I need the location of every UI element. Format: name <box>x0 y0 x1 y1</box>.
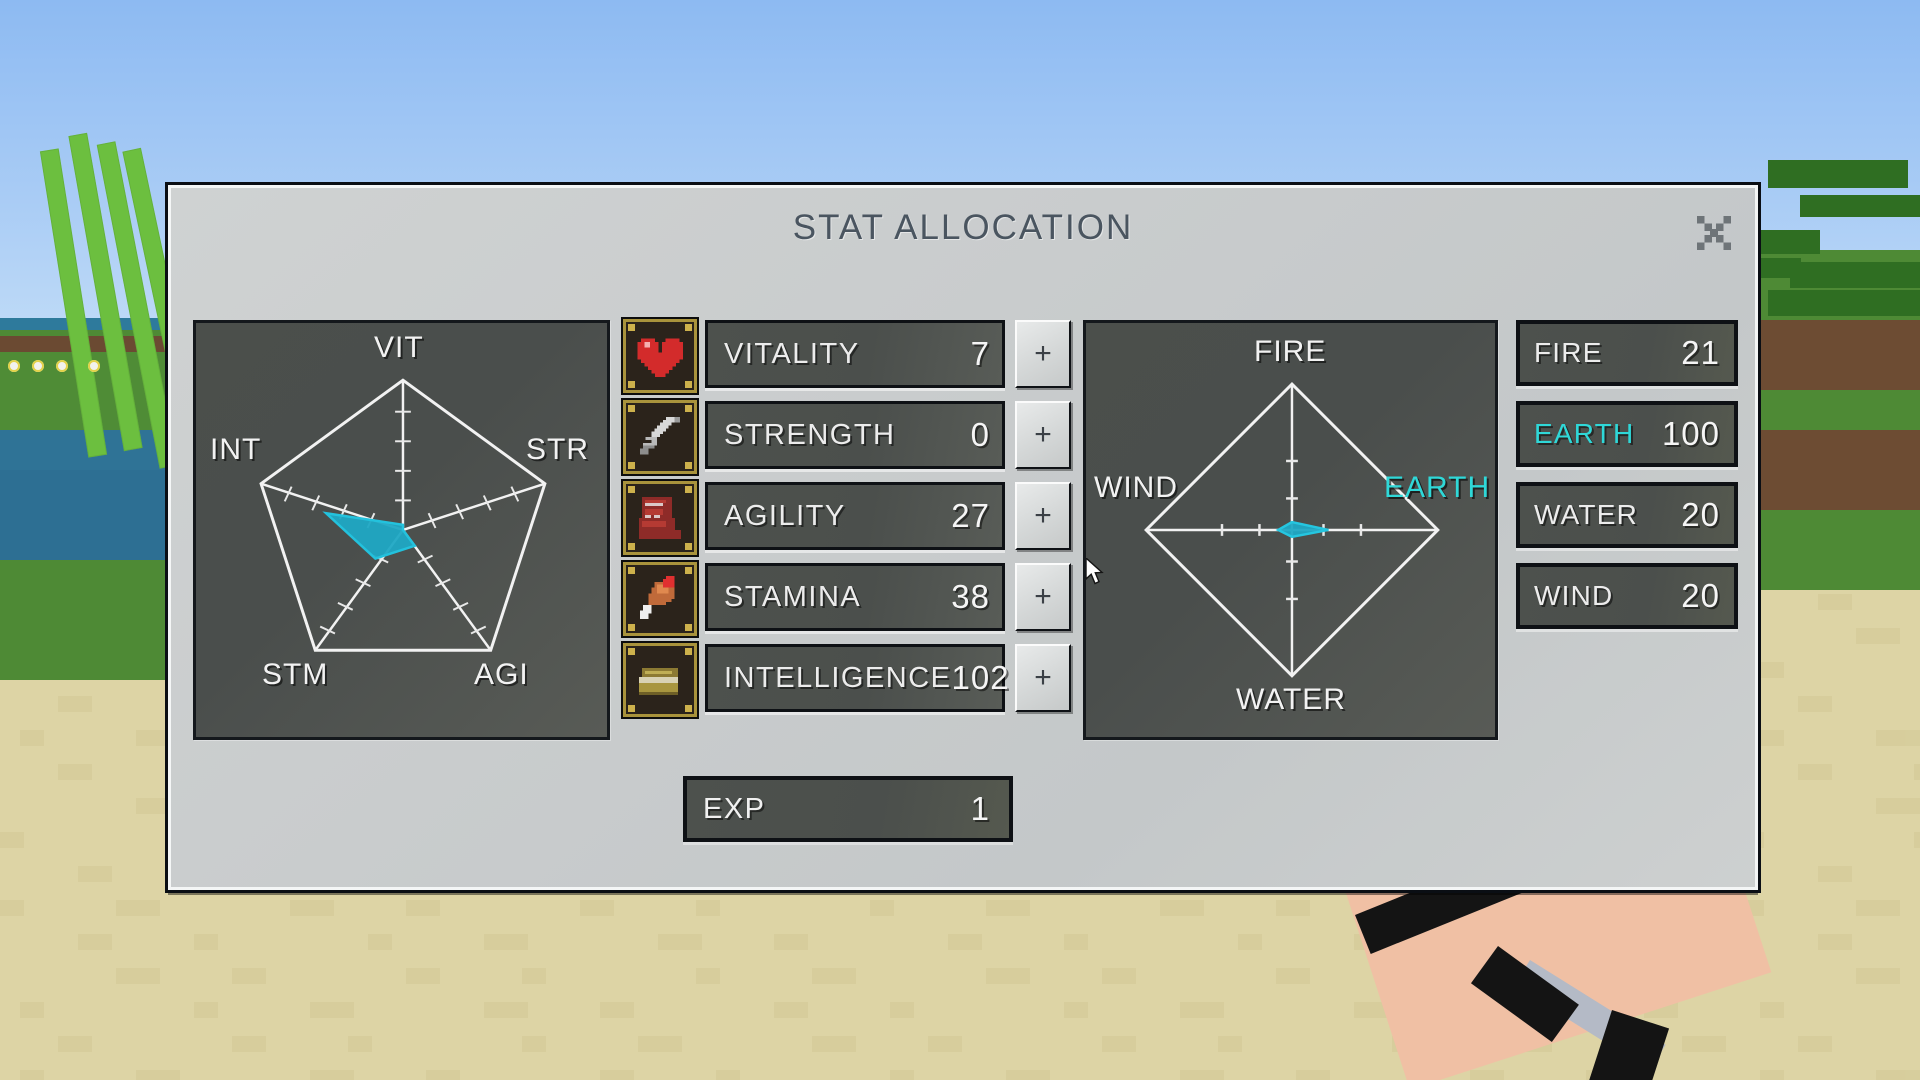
stat-label: STAMINA <box>724 580 862 613</box>
sword-icon <box>623 400 697 474</box>
stat-value: 7 <box>970 335 990 372</box>
page-title: STAT ALLOCATION <box>792 208 1134 247</box>
stat-bar-strength: STRENGTH 0 <box>705 401 1005 469</box>
stat-allocation-window: STAT ALLOCATION VIT STR AGI STM INT VITA… <box>165 182 1761 893</box>
exp-value: 1 <box>970 790 989 827</box>
food-icon <box>623 562 697 636</box>
radar-label-vit: VIT <box>374 331 424 364</box>
element-radar-svg <box>1144 382 1440 678</box>
exp-bar: EXP 1 <box>683 776 1013 842</box>
radar-label-agi: AGI <box>474 658 529 691</box>
radar-label-int: INT <box>210 433 262 466</box>
flower <box>8 360 20 372</box>
stat-radar-svg <box>259 378 547 652</box>
stat-value: 38 <box>951 578 990 615</box>
stat-label: AGILITY <box>724 499 846 532</box>
element-value: 20 <box>1681 496 1720 533</box>
tree-leaf <box>1768 290 1920 316</box>
stat-bar-vitality: VITALITY 7 <box>705 320 1005 388</box>
hill-right-dirt-lower <box>1760 430 1920 510</box>
radar-label-str: STR <box>526 433 589 466</box>
stat-label: STRENGTH <box>724 418 896 451</box>
stat-label: INTELLIGENCE <box>724 661 952 694</box>
heart-icon <box>623 319 697 393</box>
stat-value: 102 <box>951 659 1010 696</box>
table-row: STAMINA 38 + <box>623 559 1071 640</box>
radar-label-stm: STM <box>262 658 329 691</box>
element-label: WIND <box>1534 580 1614 611</box>
element-label-wind: WIND <box>1094 471 1178 504</box>
table-row: VITALITY 7 + <box>623 316 1071 397</box>
book-icon <box>623 643 697 717</box>
stat-rows-list: VITALITY 7 + STRENGTH 0 + AGILITY 27 + S… <box>623 316 1071 721</box>
element-label: EARTH <box>1534 418 1635 449</box>
increase-intelligence-button[interactable]: + <box>1015 644 1071 712</box>
element-stats-list: FIRE 21 EARTH 100 WATER 20 WIND 20 <box>1516 320 1738 644</box>
increase-agility-button[interactable]: + <box>1015 482 1071 550</box>
stat-bar-stamina: STAMINA 38 <box>705 563 1005 631</box>
increase-stamina-button[interactable]: + <box>1015 563 1071 631</box>
increase-vitality-button[interactable]: + <box>1015 320 1071 388</box>
increase-strength-button[interactable]: + <box>1015 401 1071 469</box>
table-row: INTELLIGENCE 102 + <box>623 640 1071 721</box>
element-label-water: WATER <box>1236 683 1346 716</box>
table-row: AGILITY 27 + <box>623 478 1071 559</box>
exp-label: EXP <box>703 792 766 825</box>
tree-leaf <box>1760 230 1820 254</box>
boots-icon <box>623 481 697 555</box>
element-label: WATER <box>1534 499 1638 530</box>
flower <box>88 360 100 372</box>
list-item: FIRE 21 <box>1516 320 1738 386</box>
flower <box>56 360 68 372</box>
element-value: 21 <box>1681 334 1720 371</box>
close-icon[interactable] <box>1697 216 1731 250</box>
element-value: 20 <box>1681 577 1720 614</box>
stat-label: VITALITY <box>724 337 860 370</box>
stat-value: 0 <box>970 416 990 453</box>
stat-bar-intelligence: INTELLIGENCE 102 <box>705 644 1009 712</box>
flower <box>32 360 44 372</box>
tree-leaf <box>1790 262 1920 288</box>
tree-leaf <box>1768 160 1908 188</box>
element-label: FIRE <box>1534 337 1603 368</box>
stat-value: 27 <box>951 497 990 534</box>
list-item: WIND 20 <box>1516 563 1738 629</box>
hill-right-dirt-upper <box>1760 320 1920 390</box>
table-row: STRENGTH 0 + <box>623 397 1071 478</box>
stat-bar-agility: AGILITY 27 <box>705 482 1005 550</box>
tree-leaf <box>1800 195 1920 217</box>
stat-radar-chart: VIT STR AGI STM INT <box>193 320 610 740</box>
list-item: WATER 20 <box>1516 482 1738 548</box>
element-value: 100 <box>1661 415 1720 452</box>
element-radar-chart: FIRE EARTH WATER WIND <box>1083 320 1498 740</box>
element-label-fire: FIRE <box>1254 335 1327 368</box>
element-label-earth: EARTH <box>1384 471 1491 504</box>
mouse-cursor <box>1085 556 1106 586</box>
list-item: EARTH 100 <box>1516 401 1738 467</box>
